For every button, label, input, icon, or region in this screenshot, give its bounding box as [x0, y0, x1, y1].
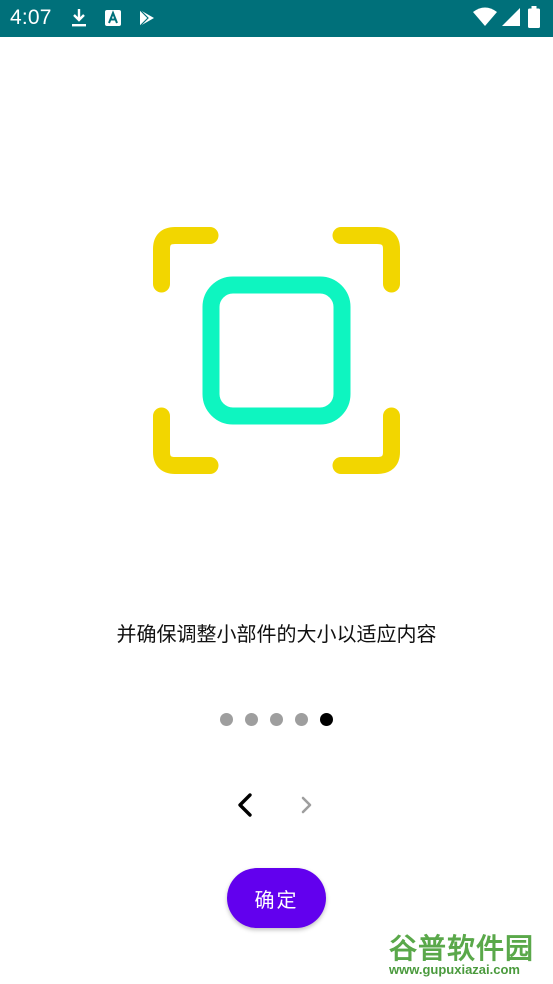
- download-icon: [70, 8, 88, 28]
- instruction-text: 并确保调整小部件的大小以适应内容: [116, 622, 437, 646]
- bottom-left-corner: [153, 407, 219, 474]
- bottom-right-corner: [332, 407, 400, 474]
- watermark-url: www.gupuxiazai.com: [389, 962, 520, 977]
- page-dot: [245, 713, 258, 726]
- watermark-title: 谷普软件园: [389, 932, 535, 965]
- chevron-right-icon: [301, 796, 312, 814]
- cellular-signal-icon: [501, 7, 521, 27]
- next-button[interactable]: [293, 790, 323, 820]
- page-dot: [220, 713, 233, 726]
- center-square: [202, 276, 351, 425]
- wifi-icon: [473, 7, 497, 27]
- page-dot: [270, 713, 283, 726]
- font-app-icon: [104, 8, 122, 28]
- confirm-button[interactable]: 确定: [227, 868, 326, 928]
- watermark-logo: 谷普软件园 www.gupuxiazai.com: [387, 925, 553, 984]
- play-store-icon: [138, 8, 156, 28]
- status-time: 4:07: [10, 6, 52, 29]
- page-dot-active: [320, 713, 333, 726]
- status-bar: 4:07: [0, 0, 553, 37]
- resize-frame-icon: [150, 224, 404, 478]
- top-right-corner: [332, 227, 400, 293]
- top-left-corner: [153, 227, 219, 293]
- battery-icon: [528, 6, 540, 28]
- chevron-left-icon: [238, 793, 252, 817]
- page-indicator: [0, 713, 553, 726]
- page-dot: [295, 713, 308, 726]
- previous-button[interactable]: [230, 790, 260, 820]
